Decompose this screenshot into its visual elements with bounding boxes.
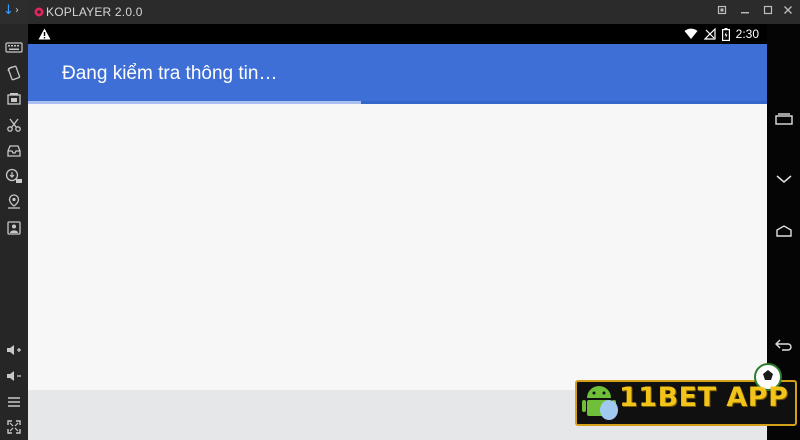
close-button[interactable] bbox=[780, 4, 796, 20]
warning-icon[interactable] bbox=[38, 28, 51, 40]
inbox-icon[interactable] bbox=[4, 141, 24, 161]
no-signal-icon bbox=[703, 28, 716, 40]
home-icon bbox=[776, 225, 792, 237]
minimize-icon bbox=[741, 12, 749, 14]
watermark-badge: 11BET APP bbox=[575, 362, 797, 426]
status-icons: 2:30 bbox=[684, 26, 759, 42]
menu-icon[interactable] bbox=[4, 392, 24, 412]
volume-down-icon[interactable] bbox=[4, 366, 24, 386]
home-button[interactable] bbox=[771, 220, 797, 242]
app-bar: Đang kiểm tra thông tin… bbox=[28, 44, 767, 104]
title-bar-left: ↓ › bbox=[0, 0, 28, 24]
restore-icon bbox=[717, 5, 727, 15]
maximize-icon bbox=[763, 5, 773, 15]
location-icon[interactable] bbox=[4, 192, 24, 212]
screenshot-icon[interactable] bbox=[4, 89, 24, 109]
file-share-icon[interactable] bbox=[4, 218, 24, 238]
maximize-button[interactable] bbox=[760, 4, 776, 20]
battery-charging-icon bbox=[721, 27, 730, 41]
status-clock: 2:30 bbox=[735, 27, 759, 41]
back-chevron-button[interactable] bbox=[771, 168, 797, 190]
recent-apps-icon bbox=[775, 113, 793, 125]
back-icon bbox=[775, 339, 792, 351]
back-button[interactable] bbox=[771, 334, 797, 356]
recent-apps-button[interactable] bbox=[771, 108, 797, 130]
watermark-text: 11BET APP bbox=[619, 382, 789, 413]
emulator-toolbar bbox=[0, 24, 28, 440]
android-robot-icon bbox=[582, 386, 618, 420]
wifi-icon bbox=[684, 28, 698, 39]
loading-title: Đang kiểm tra thông tin… bbox=[62, 63, 278, 84]
content-area bbox=[28, 104, 767, 390]
scissors-icon[interactable] bbox=[4, 115, 24, 135]
emulator-window: ↓ › KOPLAYER 2.0.0 2:30 Đang kiểm tra th… bbox=[0, 0, 800, 440]
restore-button[interactable] bbox=[714, 4, 730, 20]
keyboard-icon[interactable] bbox=[4, 38, 24, 58]
volume-up-icon[interactable] bbox=[4, 340, 24, 360]
download-arrow-icon[interactable]: ↓ bbox=[3, 4, 14, 17]
apk-install-icon[interactable] bbox=[4, 166, 24, 186]
fullscreen-icon[interactable] bbox=[4, 417, 24, 437]
chevron-right-icon[interactable]: › bbox=[15, 6, 19, 16]
minimize-button[interactable] bbox=[737, 4, 753, 20]
koplayer-logo-icon bbox=[34, 7, 44, 17]
close-icon bbox=[784, 6, 792, 14]
rotate-icon[interactable] bbox=[4, 63, 24, 83]
title-bar: ↓ › KOPLAYER 2.0.0 bbox=[0, 0, 800, 24]
window-title: KOPLAYER 2.0.0 bbox=[46, 5, 143, 19]
chevron-down-icon bbox=[776, 175, 792, 183]
android-status-bar: 2:30 bbox=[28, 24, 767, 44]
